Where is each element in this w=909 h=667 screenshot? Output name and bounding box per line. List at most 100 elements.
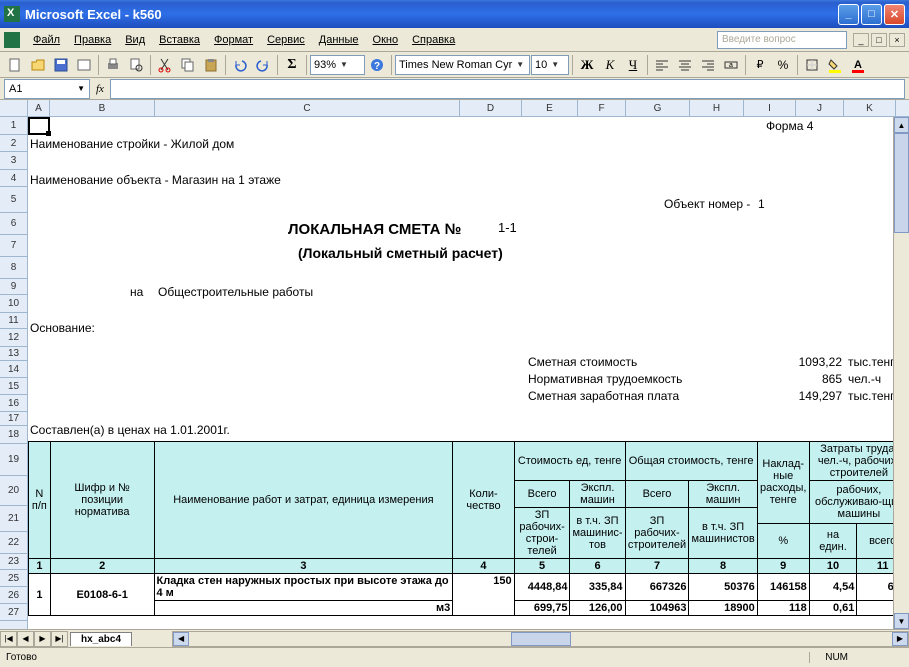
row-header[interactable]: 21 [0,506,27,532]
worksheet-grid[interactable]: ABCDEFGHIJK 1234567891011121314151617181… [0,100,909,647]
minimize-button[interactable]: _ [838,4,859,25]
underline-button[interactable]: Ч [622,54,644,76]
borders-button[interactable] [801,54,823,76]
row-header[interactable]: 22 [0,532,27,554]
maximize-button[interactable]: □ [861,4,882,25]
help-button[interactable]: ? [366,54,388,76]
fx-icon[interactable]: fx [96,83,104,95]
active-cell[interactable] [28,117,50,135]
row-header[interactable]: 20 [0,476,27,506]
tab-last-button[interactable]: ▶| [51,631,68,647]
align-right-button[interactable] [697,54,719,76]
scroll-thumb[interactable] [894,133,909,233]
col-header[interactable]: B [50,100,155,116]
sheet-tab[interactable]: hx_abc4 [70,632,132,646]
row-header[interactable]: 17 [0,412,27,426]
paste-button[interactable] [200,54,222,76]
menu-help[interactable]: Справка [405,31,462,49]
italic-button[interactable]: К [599,54,621,76]
zoom-combo[interactable]: 93%▼ [310,55,365,75]
mdi-restore-button[interactable]: □ [871,33,887,47]
col-header[interactable]: F [578,100,626,116]
row-header[interactable]: 27 [0,604,27,621]
tab-prev-button[interactable]: ◀ [17,631,34,647]
open-button[interactable] [27,54,49,76]
mdi-minimize-button[interactable]: _ [853,33,869,47]
tab-first-button[interactable]: |◀ [0,631,17,647]
help-search-input[interactable]: Введите вопрос [717,31,847,49]
menu-format[interactable]: Формат [207,31,260,49]
menu-file[interactable]: Файл [26,31,67,49]
new-button[interactable] [4,54,26,76]
row-header[interactable]: 25 [0,570,27,587]
scroll-down-button[interactable]: ▼ [894,613,909,629]
select-all-corner[interactable] [0,100,28,116]
row-header[interactable]: 12 [0,329,27,347]
close-button[interactable]: ✕ [884,4,905,25]
fontsize-combo[interactable]: 10▼ [531,55,569,75]
row-header[interactable]: 5 [0,187,27,213]
redo-button[interactable] [252,54,274,76]
row-header[interactable]: 15 [0,378,27,395]
formula-bar[interactable] [110,79,905,99]
tab-next-button[interactable]: ▶ [34,631,51,647]
menu-edit[interactable]: Правка [67,31,118,49]
horizontal-scrollbar[interactable]: ◀ ▶ [172,631,909,647]
col-header[interactable]: K [844,100,896,116]
copy-button[interactable] [177,54,199,76]
name-box[interactable]: A1▼ [4,79,90,99]
row-header[interactable]: 23 [0,554,27,570]
font-color-button[interactable]: A [847,54,869,76]
fill-color-button[interactable] [824,54,846,76]
row-header[interactable]: 2 [0,135,27,152]
font-combo[interactable]: Times New Roman Cyr▼ [395,55,530,75]
row-header[interactable]: 18 [0,426,27,444]
col-header[interactable]: H [690,100,744,116]
col-header[interactable]: E [522,100,578,116]
row-header[interactable]: 19 [0,444,27,476]
col-header[interactable]: C [155,100,460,116]
row-header[interactable]: 11 [0,313,27,329]
row-header[interactable]: 16 [0,395,27,412]
menu-view[interactable]: Вид [118,31,152,49]
row-header[interactable]: 1 [0,117,27,135]
print-preview-button[interactable] [125,54,147,76]
menu-data[interactable]: Данные [312,31,366,49]
row-header[interactable]: 10 [0,295,27,313]
vertical-scrollbar[interactable]: ▲ ▼ [893,117,909,629]
undo-button[interactable] [229,54,251,76]
merge-button[interactable]: a [720,54,742,76]
permissions-button[interactable] [73,54,95,76]
menu-insert[interactable]: Вставка [152,31,207,49]
percent-button[interactable]: % [772,54,794,76]
col-header[interactable]: J [796,100,844,116]
row-header[interactable]: 13 [0,347,27,361]
row-header[interactable]: 3 [0,152,27,170]
scroll-up-button[interactable]: ▲ [894,117,909,133]
menu-window[interactable]: Окно [366,31,406,49]
save-button[interactable] [50,54,72,76]
row-header[interactable]: 8 [0,257,27,279]
currency-button[interactable]: ₽ [749,54,771,76]
scroll-left-button[interactable]: ◀ [173,632,189,646]
col-header[interactable]: D [460,100,522,116]
menu-tools[interactable]: Сервис [260,31,312,49]
mdi-close-button[interactable]: × [889,33,905,47]
cut-button[interactable] [154,54,176,76]
row-header[interactable]: 9 [0,279,27,295]
bold-button[interactable]: Ж [576,54,598,76]
col-header[interactable]: I [744,100,796,116]
print-button[interactable] [102,54,124,76]
row-header[interactable]: 7 [0,235,27,257]
col-header[interactable]: A [28,100,50,116]
scroll-thumb[interactable] [511,632,571,646]
align-center-button[interactable] [674,54,696,76]
scroll-right-button[interactable]: ▶ [892,632,908,646]
row-header[interactable]: 14 [0,361,27,378]
row-header[interactable]: 26 [0,587,27,604]
align-left-button[interactable] [651,54,673,76]
row-header[interactable]: 4 [0,170,27,187]
autosum-button[interactable]: Σ [281,54,303,76]
col-header[interactable]: G [626,100,690,116]
row-header[interactable]: 6 [0,213,27,235]
